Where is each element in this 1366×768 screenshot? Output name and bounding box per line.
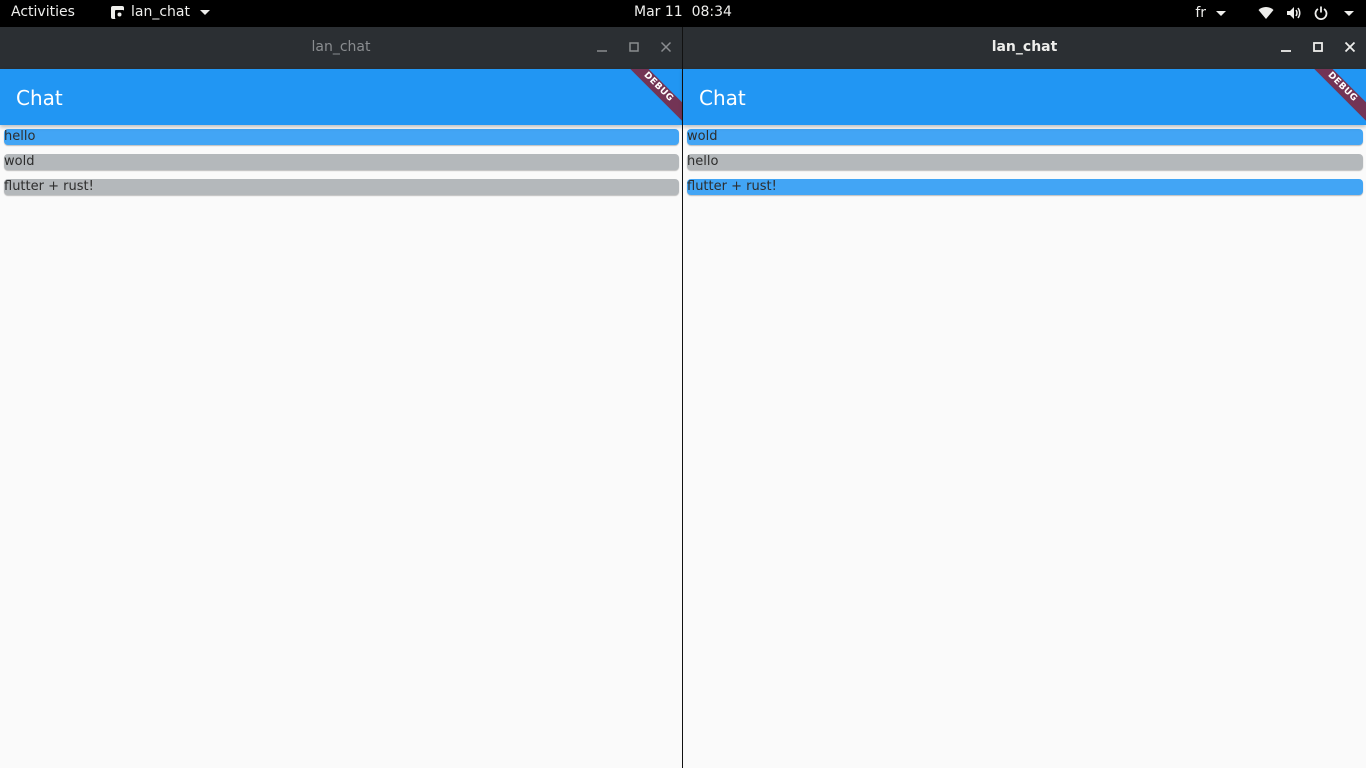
window-titlebar[interactable]: lan_chat	[683, 27, 1366, 69]
system-menu-button[interactable]	[1258, 6, 1354, 20]
app-bar-title: Chat	[16, 86, 63, 110]
window-controls	[1276, 37, 1360, 57]
window-controls	[592, 37, 676, 57]
debug-banner: DEBUG	[618, 69, 682, 125]
close-button[interactable]	[1340, 37, 1360, 57]
close-icon	[660, 41, 672, 53]
app-menu-button[interactable]: lan_chat	[110, 4, 210, 20]
maximize-button[interactable]	[624, 37, 644, 57]
minimize-button[interactable]	[1276, 37, 1296, 57]
clock-time: 08:34	[691, 4, 732, 20]
window-title: lan_chat	[991, 39, 1058, 55]
app-bar-title: Chat	[699, 86, 746, 110]
keyboard-layout-button[interactable]: fr	[1195, 5, 1226, 21]
system-tray: fr	[1195, 3, 1354, 23]
message-bubble: hello	[687, 154, 1363, 170]
chevron-down-icon	[1344, 10, 1354, 16]
message-bubble: flutter + rust!	[4, 179, 679, 195]
app-bar: Chat DEBUG	[683, 69, 1366, 125]
close-icon	[1344, 41, 1356, 53]
chat-window-left: lan_chat Chat DEBUG hello wold flutter +…	[0, 27, 682, 768]
clock-button[interactable]: Mar 11 08:34	[634, 4, 732, 20]
power-icon	[1314, 6, 1328, 20]
keyboard-layout-label: fr	[1195, 5, 1206, 21]
message-list: hello wold flutter + rust!	[0, 125, 682, 195]
gnome-top-bar: Activities lan_chat Mar 11 08:34 fr	[0, 0, 1366, 27]
maximize-icon	[1313, 42, 1323, 52]
minimize-icon	[1281, 50, 1291, 52]
app-bar: Chat DEBUG	[0, 69, 682, 125]
debug-banner: DEBUG	[1302, 69, 1366, 125]
message-list: wold hello flutter + rust!	[683, 125, 1366, 195]
app-icon	[111, 5, 124, 19]
volume-icon	[1287, 7, 1301, 19]
message-bubble: wold	[4, 154, 679, 170]
message-bubble: flutter + rust!	[687, 179, 1363, 195]
wifi-icon	[1258, 7, 1274, 20]
message-bubble: wold	[687, 129, 1363, 145]
chevron-down-icon	[199, 9, 210, 15]
window-title: lan_chat	[311, 39, 371, 55]
minimize-icon	[597, 50, 607, 52]
minimize-button[interactable]	[592, 37, 612, 57]
window-titlebar[interactable]: lan_chat	[0, 27, 682, 69]
maximize-icon	[629, 42, 639, 52]
message-bubble: hello	[4, 129, 679, 145]
chevron-down-icon	[1216, 10, 1226, 16]
activities-button[interactable]: Activities	[11, 4, 75, 20]
maximize-button[interactable]	[1308, 37, 1328, 57]
close-button[interactable]	[656, 37, 676, 57]
app-menu-label: lan_chat	[131, 4, 190, 20]
clock-date: Mar 11	[634, 4, 683, 20]
chat-window-right: lan_chat Chat DEBUG wold hello flutter +…	[683, 27, 1366, 768]
